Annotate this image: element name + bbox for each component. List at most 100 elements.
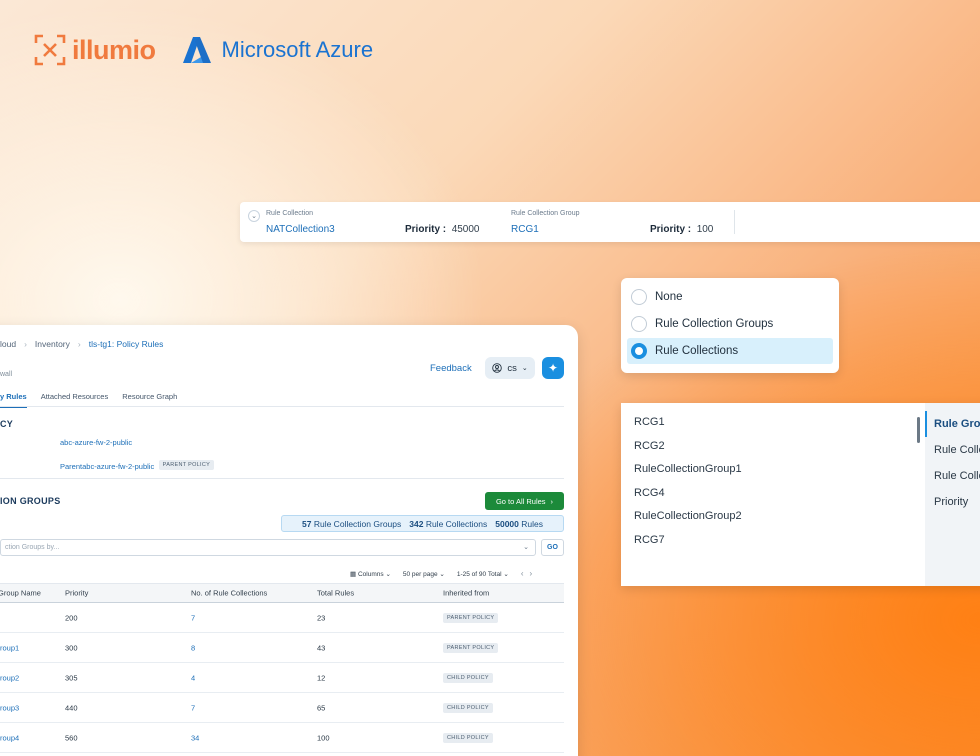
- per-page-select[interactable]: 50 per page ⌄: [403, 570, 445, 578]
- table-row[interactable]: 200 7 23 PARENT POLICY: [0, 603, 564, 633]
- groups-count-number: 57: [302, 518, 312, 529]
- total-rules-cell: 100: [317, 733, 330, 742]
- collapse-chevron-icon[interactable]: ⌄: [248, 210, 260, 222]
- dropdown-options-list: RCG1 RCG2 RuleCollectionGroup1 RCG4 Rule…: [621, 411, 911, 553]
- chevron-down-icon: ⌄: [521, 365, 528, 372]
- page-subtitle: wall: [0, 371, 13, 378]
- column-option[interactable]: Rule Grou: [925, 411, 980, 437]
- search-input[interactable]: ction Groups by... ⌄: [0, 539, 536, 556]
- rules-count-label: Rules: [521, 518, 543, 529]
- chevron-down-icon[interactable]: ⌄: [523, 540, 529, 555]
- priority-label: Priority :: [405, 224, 447, 235]
- collections-count-label: Rule Collections: [425, 518, 488, 529]
- collections-count-link[interactable]: 34: [191, 733, 199, 742]
- parent-policy-row: Parentabc-azure-fw-2-public PARENT POLIC…: [60, 456, 215, 474]
- column-header[interactable]: Priority: [65, 589, 88, 598]
- columns-label: Columns: [357, 570, 384, 578]
- table-row[interactable]: roup2 305 4 12 CHILD POLICY: [0, 663, 564, 693]
- groups-count: 57 Rule Collection Groups: [302, 519, 401, 529]
- list-item[interactable]: RuleCollectionGroup1: [621, 458, 911, 482]
- chevron-down-icon: ⌄: [439, 570, 445, 578]
- table-row[interactable]: roup4 560 34 100 CHILD POLICY: [0, 723, 564, 753]
- breadcrumb-item[interactable]: Inventory: [35, 339, 70, 349]
- priority-field-2: Priority : 100: [650, 224, 713, 235]
- per-page-label: 50 per page: [402, 570, 438, 578]
- radio-label: None: [655, 291, 683, 303]
- user-icon: [492, 363, 503, 373]
- priority-label: Priority :: [650, 224, 692, 235]
- column-option[interactable]: Rule Colle: [925, 463, 980, 489]
- list-item[interactable]: RuleCollectionGroup2: [621, 505, 911, 529]
- column-selector-panel: Rule Grou Rule Colle Rule Colle Priority: [925, 403, 980, 586]
- divider: [0, 478, 564, 479]
- rules-count: 50000 Rules: [495, 519, 543, 529]
- go-button[interactable]: GO: [541, 539, 564, 556]
- user-name: cs: [507, 362, 517, 374]
- group-name-link[interactable]: roup2: [0, 673, 19, 682]
- scrollbar[interactable]: [917, 417, 920, 443]
- group-name-link[interactable]: roup1: [0, 643, 19, 652]
- column-option[interactable]: Rule Colle: [925, 437, 980, 463]
- columns-button[interactable]: ▦ Columns ⌄: [350, 570, 391, 578]
- radio-rule-collections[interactable]: Rule Collections: [627, 338, 833, 364]
- chevron-left-icon[interactable]: ‹: [521, 569, 530, 578]
- chevron-right-icon: ›: [77, 339, 81, 349]
- azure-wordmark: Microsoft Azure: [221, 37, 374, 62]
- radio-button-selected-icon[interactable]: [631, 343, 647, 359]
- total-rules-cell: 65: [317, 703, 326, 712]
- radio-label: Rule Collections: [655, 345, 739, 357]
- collections-count-link[interactable]: 7: [191, 703, 195, 712]
- collections-count-link[interactable]: 8: [191, 643, 195, 652]
- group-name-link[interactable]: roup3: [0, 703, 19, 712]
- groups-section-title: ION GROUPS: [0, 496, 61, 506]
- priority-value: 45000: [451, 224, 480, 235]
- total-rules-cell: 23: [317, 613, 326, 622]
- illumio-logo-icon: [34, 34, 66, 66]
- list-item[interactable]: RCG1: [621, 411, 911, 435]
- total-rules-cell: 12: [317, 673, 326, 682]
- collections-count-link[interactable]: 4: [191, 673, 195, 682]
- radio-button-icon[interactable]: [631, 289, 647, 305]
- table-row[interactable]: roup1 300 8 43 PARENT POLICY: [0, 633, 564, 663]
- feedback-link[interactable]: Feedback: [430, 363, 472, 374]
- breadcrumb-item[interactable]: loud: [0, 339, 16, 349]
- table-row[interactable]: roup3 440 7 65 CHILD POLICY: [0, 693, 564, 723]
- inherited-badge: CHILD POLICY: [443, 672, 493, 683]
- total-rules-cell: 43: [317, 643, 326, 652]
- chevron-right-icon[interactable]: ›: [530, 569, 539, 578]
- column-header[interactable]: No. of Rule Collections: [191, 589, 267, 598]
- go-to-all-rules-button[interactable]: Go to All Rules ›: [485, 492, 564, 510]
- sparkle-icon: ✦: [547, 361, 559, 375]
- list-item[interactable]: RCG2: [621, 435, 911, 459]
- user-menu-button[interactable]: cs ⌄: [485, 357, 535, 379]
- radio-button-icon[interactable]: [631, 316, 647, 332]
- rule-collection-value[interactable]: NATCollection3: [266, 224, 335, 235]
- chevron-down-icon: ⌄: [385, 570, 391, 578]
- range-select[interactable]: 1-25 of 90 Total ⌄: [457, 570, 509, 578]
- policy-link[interactable]: abc-azure-fw-2-public: [60, 438, 132, 447]
- chevron-right-icon: ›: [24, 339, 27, 349]
- radio-label: Rule Collection Groups: [655, 318, 774, 330]
- radio-rule-collection-groups[interactable]: Rule Collection Groups: [627, 311, 833, 337]
- radio-none[interactable]: None: [627, 284, 833, 310]
- column-header[interactable]: Total Rules: [317, 589, 354, 598]
- column-header[interactable]: Inherited from: [443, 589, 489, 598]
- chevron-right-icon: ›: [550, 496, 554, 506]
- priority-cell: 440: [65, 703, 78, 712]
- pagination-arrows: ‹›: [521, 569, 538, 578]
- column-option[interactable]: Priority: [925, 489, 980, 515]
- brand-logos: illumio Microsoft Azure: [34, 34, 373, 66]
- search-placeholder: ction Groups by...: [5, 544, 60, 551]
- illumio-logo: illumio: [34, 34, 156, 66]
- parent-policy-link[interactable]: Parentabc-azure-fw-2-public: [60, 462, 154, 471]
- ai-assistant-button[interactable]: ✦: [542, 357, 564, 379]
- go-all-label: Go to All Rules: [495, 496, 546, 506]
- column-header[interactable]: Group Name: [0, 589, 41, 598]
- inherited-badge: PARENT POLICY: [443, 612, 499, 623]
- list-item[interactable]: RCG7: [621, 529, 911, 553]
- group-name-link[interactable]: roup4: [0, 733, 19, 742]
- rules-count-number: 50000: [495, 518, 519, 529]
- rule-collection-group-value[interactable]: RCG1: [511, 224, 539, 235]
- collections-count-link[interactable]: 7: [191, 613, 195, 622]
- list-item[interactable]: RCG4: [621, 482, 911, 506]
